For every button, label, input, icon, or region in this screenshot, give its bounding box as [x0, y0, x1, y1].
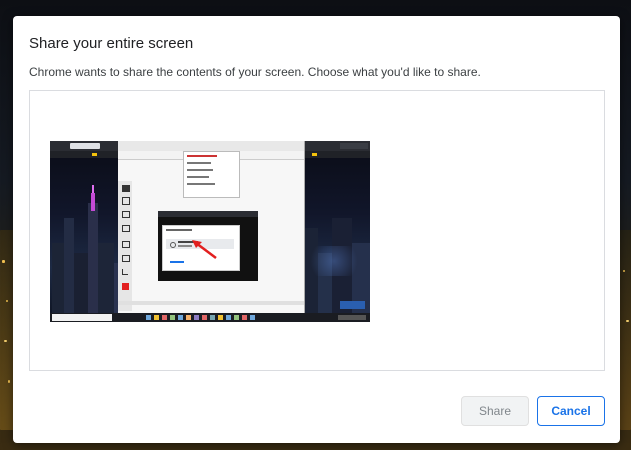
screen-preview-area — [29, 90, 605, 371]
share-screen-dialog: Share your entire screen Chrome wants to… — [13, 16, 620, 443]
dialog-description: Chrome wants to share the contents of yo… — [29, 65, 481, 79]
share-button[interactable]: Share — [461, 396, 529, 426]
screen-thumbnail[interactable] — [50, 141, 370, 322]
dialog-title: Share your entire screen — [29, 35, 194, 52]
cancel-button[interactable]: Cancel — [537, 396, 605, 426]
